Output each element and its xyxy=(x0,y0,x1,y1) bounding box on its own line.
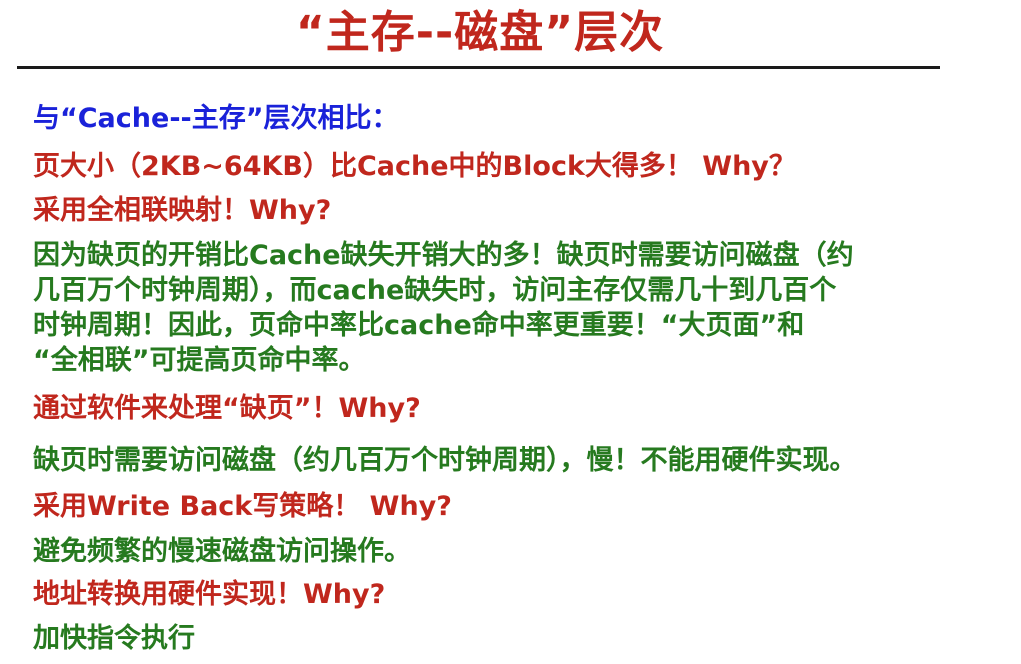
answer-hardware-translation: 加快指令执行 xyxy=(33,623,195,654)
question-software-page-fault: 通过软件来处理“缺页”！Why? xyxy=(33,393,421,424)
slide-title: “主存--磁盘”层次 xyxy=(295,7,665,58)
answer-software-page-fault: 缺页时需要访问磁盘（约几百万个时钟周期），慢！不能用硬件实现。 xyxy=(33,445,857,476)
question-fully-associative: 采用全相联映射！Why? xyxy=(33,195,332,226)
answer-line-3: 时钟周期！因此，页命中率比cache命中率更重要！“大页面”和 xyxy=(33,310,805,341)
answer-fully-associative: 因为缺页的开销比Cache缺失开销大的多！缺页时需要访问磁盘（约 几百万个时钟周… xyxy=(33,238,933,378)
answer-write-back: 避免频繁的慢速磁盘访问操作。 xyxy=(33,536,411,567)
answer-line-2: 几百万个时钟周期），而cache缺失时，访问主存仅需几十到几百个 xyxy=(33,275,837,306)
question-page-size: 页大小（2KB~64KB）比Cache中的Block大得多！ Why？ xyxy=(33,151,796,182)
intro-line: 与“Cache--主存”层次相比： xyxy=(33,103,399,134)
title-divider xyxy=(17,66,940,69)
answer-line-1: 因为缺页的开销比Cache缺失开销大的多！缺页时需要访问磁盘（约 xyxy=(33,240,854,271)
question-write-back: 采用Write Back写策略！ Why? xyxy=(33,491,452,522)
answer-line-4: “全相联”可提高页命中率。 xyxy=(33,345,366,376)
question-hardware-translation: 地址转换用硬件实现！Why? xyxy=(33,579,386,610)
